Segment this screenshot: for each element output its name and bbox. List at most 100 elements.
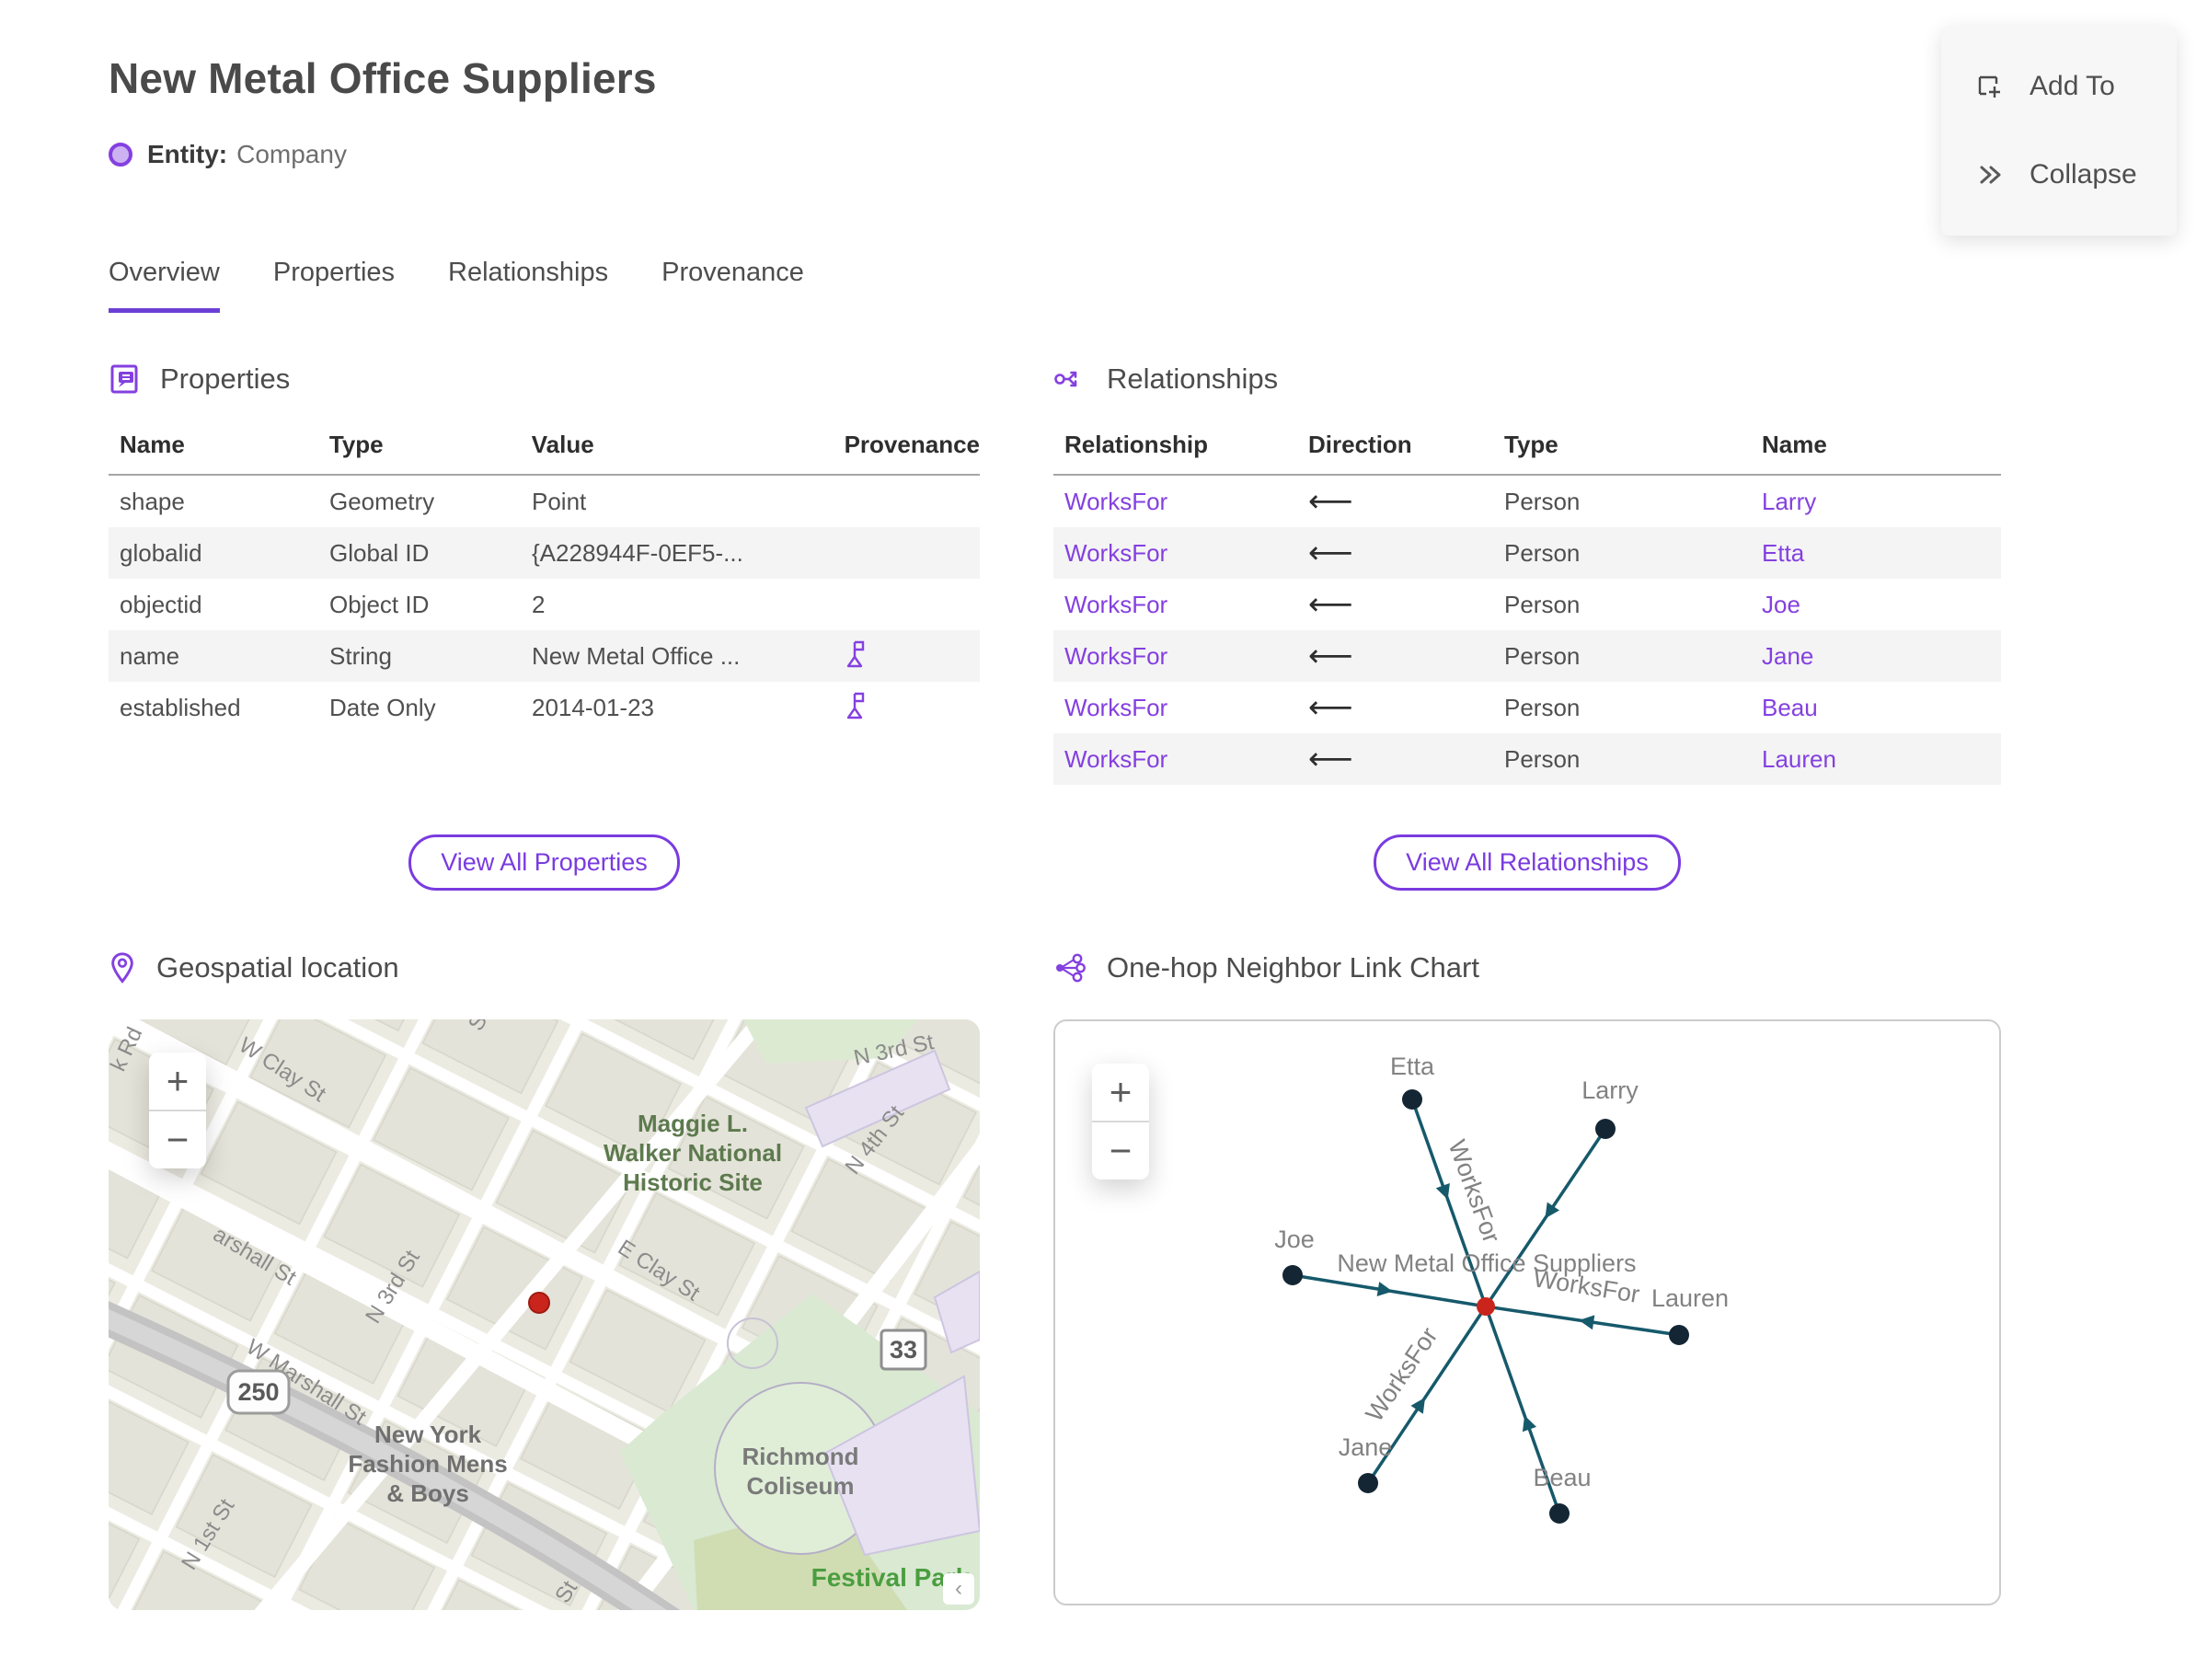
linkchart-section-title: One-hop Neighbor Link Chart	[1107, 951, 1479, 984]
table-row: shape Geometry Point	[120, 487, 587, 515]
table-row: name String New Metal Office ...	[109, 630, 980, 682]
tab-properties[interactable]: Properties	[273, 258, 395, 313]
node-label: Beau	[1533, 1464, 1591, 1491]
node-lauren[interactable]	[1669, 1325, 1689, 1345]
relationships-table-header: Relationship Direction Type Name	[1053, 431, 2001, 476]
node-label: Larry	[1581, 1076, 1639, 1104]
table-row: objectid Object ID 2	[120, 590, 546, 618]
node-beau[interactable]	[1549, 1503, 1570, 1524]
relationship-link[interactable]: WorksFor	[1053, 745, 1308, 774]
table-row: WorksFor ⟵ Person Jane	[1053, 630, 2001, 682]
tab-relationships[interactable]: Relationships	[448, 258, 608, 313]
node-larry[interactable]	[1595, 1119, 1616, 1139]
edge-label: WorksFor	[1443, 1136, 1505, 1247]
svg-text:250: 250	[237, 1378, 279, 1406]
action-panel: Add To Collapse	[1941, 26, 2177, 236]
geospatial-section-header: Geospatial location	[109, 951, 980, 984]
linkchart-section-header: One-hop Neighbor Link Chart	[1053, 951, 2001, 984]
provenance-flag-icon[interactable]	[845, 639, 868, 674]
entity-link[interactable]: Lauren	[1762, 745, 2001, 774]
properties-section-title: Properties	[160, 362, 291, 395]
table-row: established Date Only 2014-01-23	[109, 682, 980, 733]
relationships-icon	[1054, 371, 1077, 387]
relationship-link[interactable]: WorksFor	[1053, 591, 1308, 619]
page-header: New Metal Office Suppliers Entity: Compa…	[0, 0, 2208, 169]
link-chart-panel[interactable]: + − WorksFor WorksFor WorksFor New Metal Of…	[1053, 1019, 2001, 1605]
direction-arrow: ⟵	[1308, 586, 1353, 623]
map-zoom-out-button[interactable]: −	[149, 1111, 206, 1168]
poi-label: Historic Site	[623, 1168, 763, 1196]
table-row: WorksFor ⟵ Person Beau	[1053, 682, 2001, 733]
entity-type-value: Company	[236, 140, 347, 168]
direction-arrow: ⟵	[1308, 689, 1353, 726]
view-all-properties-button[interactable]: View All Properties	[408, 834, 680, 891]
geospatial-map[interactable]: + − k Rd W Clay St arshall St W Marshall…	[109, 1019, 980, 1610]
attribution-toggle[interactable]: ‹	[943, 1573, 974, 1605]
poi-label: Walker National	[604, 1139, 782, 1167]
page-title: New Metal Office Suppliers	[109, 54, 657, 102]
entity-link[interactable]: Etta	[1762, 539, 2001, 568]
chart-zoom-in-button[interactable]: +	[1092, 1064, 1149, 1121]
properties-table: Name Type Value Provenance shape Geometr…	[109, 431, 980, 733]
entity-link[interactable]: Joe	[1762, 591, 2001, 619]
direction-arrow: ⟵	[1308, 638, 1353, 674]
poi-label: Fashion Mens	[348, 1450, 507, 1478]
relationship-link[interactable]: WorksFor	[1053, 694, 1308, 722]
entity-link[interactable]: Beau	[1762, 694, 2001, 722]
svg-text:33: 33	[890, 1336, 917, 1364]
relationships-section: Relationships Relationship Direction Typ…	[1053, 362, 2001, 785]
direction-arrow: ⟵	[1308, 535, 1353, 571]
map-zoom-control: + −	[149, 1053, 206, 1168]
entity-row: Entity: Company	[109, 140, 2208, 169]
node-label: Joe	[1274, 1225, 1315, 1253]
node-center[interactable]	[1477, 1297, 1495, 1316]
map-zoom-in-button[interactable]: +	[149, 1053, 206, 1110]
table-row: WorksFor ⟵ Person Joe	[1053, 579, 2001, 630]
route-shield-250: 250	[226, 1369, 291, 1415]
node-joe[interactable]	[1282, 1265, 1303, 1285]
poi-label: New York	[374, 1421, 482, 1448]
entity-link[interactable]: Larry	[1762, 488, 2001, 516]
chart-zoom-out-button[interactable]: −	[1092, 1122, 1149, 1179]
add-to-button[interactable]: Add To	[1941, 53, 2177, 120]
node-etta[interactable]	[1402, 1089, 1422, 1110]
add-to-icon	[1978, 75, 2000, 98]
table-row: WorksFor ⟵ Person Larry	[1053, 476, 2001, 527]
relationships-section-title: Relationships	[1107, 362, 1279, 395]
geospatial-section-title: Geospatial location	[156, 951, 399, 984]
entity-label: Entity:	[147, 140, 228, 168]
chart-zoom-control: + −	[1092, 1064, 1149, 1179]
poi-label: Coliseum	[746, 1472, 854, 1500]
direction-arrow: ⟵	[1308, 483, 1353, 520]
provenance-flag-icon[interactable]	[845, 690, 868, 726]
poi-label: Maggie L.	[638, 1110, 748, 1137]
relationships-table: Relationship Direction Type Name WorksFo…	[1053, 431, 2001, 785]
tab-overview[interactable]: Overview	[109, 258, 220, 313]
view-all-relationships-button[interactable]: View All Relationships	[1374, 834, 1681, 891]
entity-link[interactable]: Jane	[1762, 642, 2001, 671]
entity-details-page: New Metal Office Suppliers Entity: Compa…	[0, 0, 2208, 1680]
collapse-button[interactable]: Collapse	[1941, 142, 2177, 208]
properties-icon	[110, 364, 138, 394]
table-row: globalid Global ID {A228944F-0EF5-...	[109, 527, 980, 579]
table-row: WorksFor ⟵ Person Lauren	[1053, 733, 2001, 785]
relationship-link[interactable]: WorksFor	[1053, 539, 1308, 568]
node-label: Etta	[1390, 1053, 1435, 1080]
node-label: Jane	[1339, 1433, 1393, 1461]
tab-provenance[interactable]: Provenance	[661, 258, 804, 313]
relationship-link[interactable]: WorksFor	[1053, 642, 1308, 671]
relationship-link[interactable]: WorksFor	[1053, 488, 1308, 516]
edge-label: WorksFor	[1361, 1322, 1443, 1426]
tab-bar: Overview Properties Relationships Proven…	[109, 258, 2208, 313]
node-jane[interactable]	[1358, 1473, 1378, 1493]
table-row: WorksFor ⟵ Person Etta	[1053, 527, 2001, 579]
overview-content: Properties Name Type Value Provenance sh…	[109, 362, 2208, 1610]
link-chart-canvas: WorksForWorksForWorksForNew Metal Office…	[1274, 1053, 1729, 1524]
poi-label: Richmond	[742, 1443, 858, 1470]
node-label: Lauren	[1651, 1284, 1729, 1312]
properties-section: Properties Name Type Value Provenance sh…	[109, 362, 980, 785]
chevrons-right-icon	[1980, 166, 2001, 184]
poi-label: & Boys	[386, 1479, 469, 1507]
map-pin-icon	[111, 952, 133, 984]
entity-type-icon	[109, 143, 132, 167]
